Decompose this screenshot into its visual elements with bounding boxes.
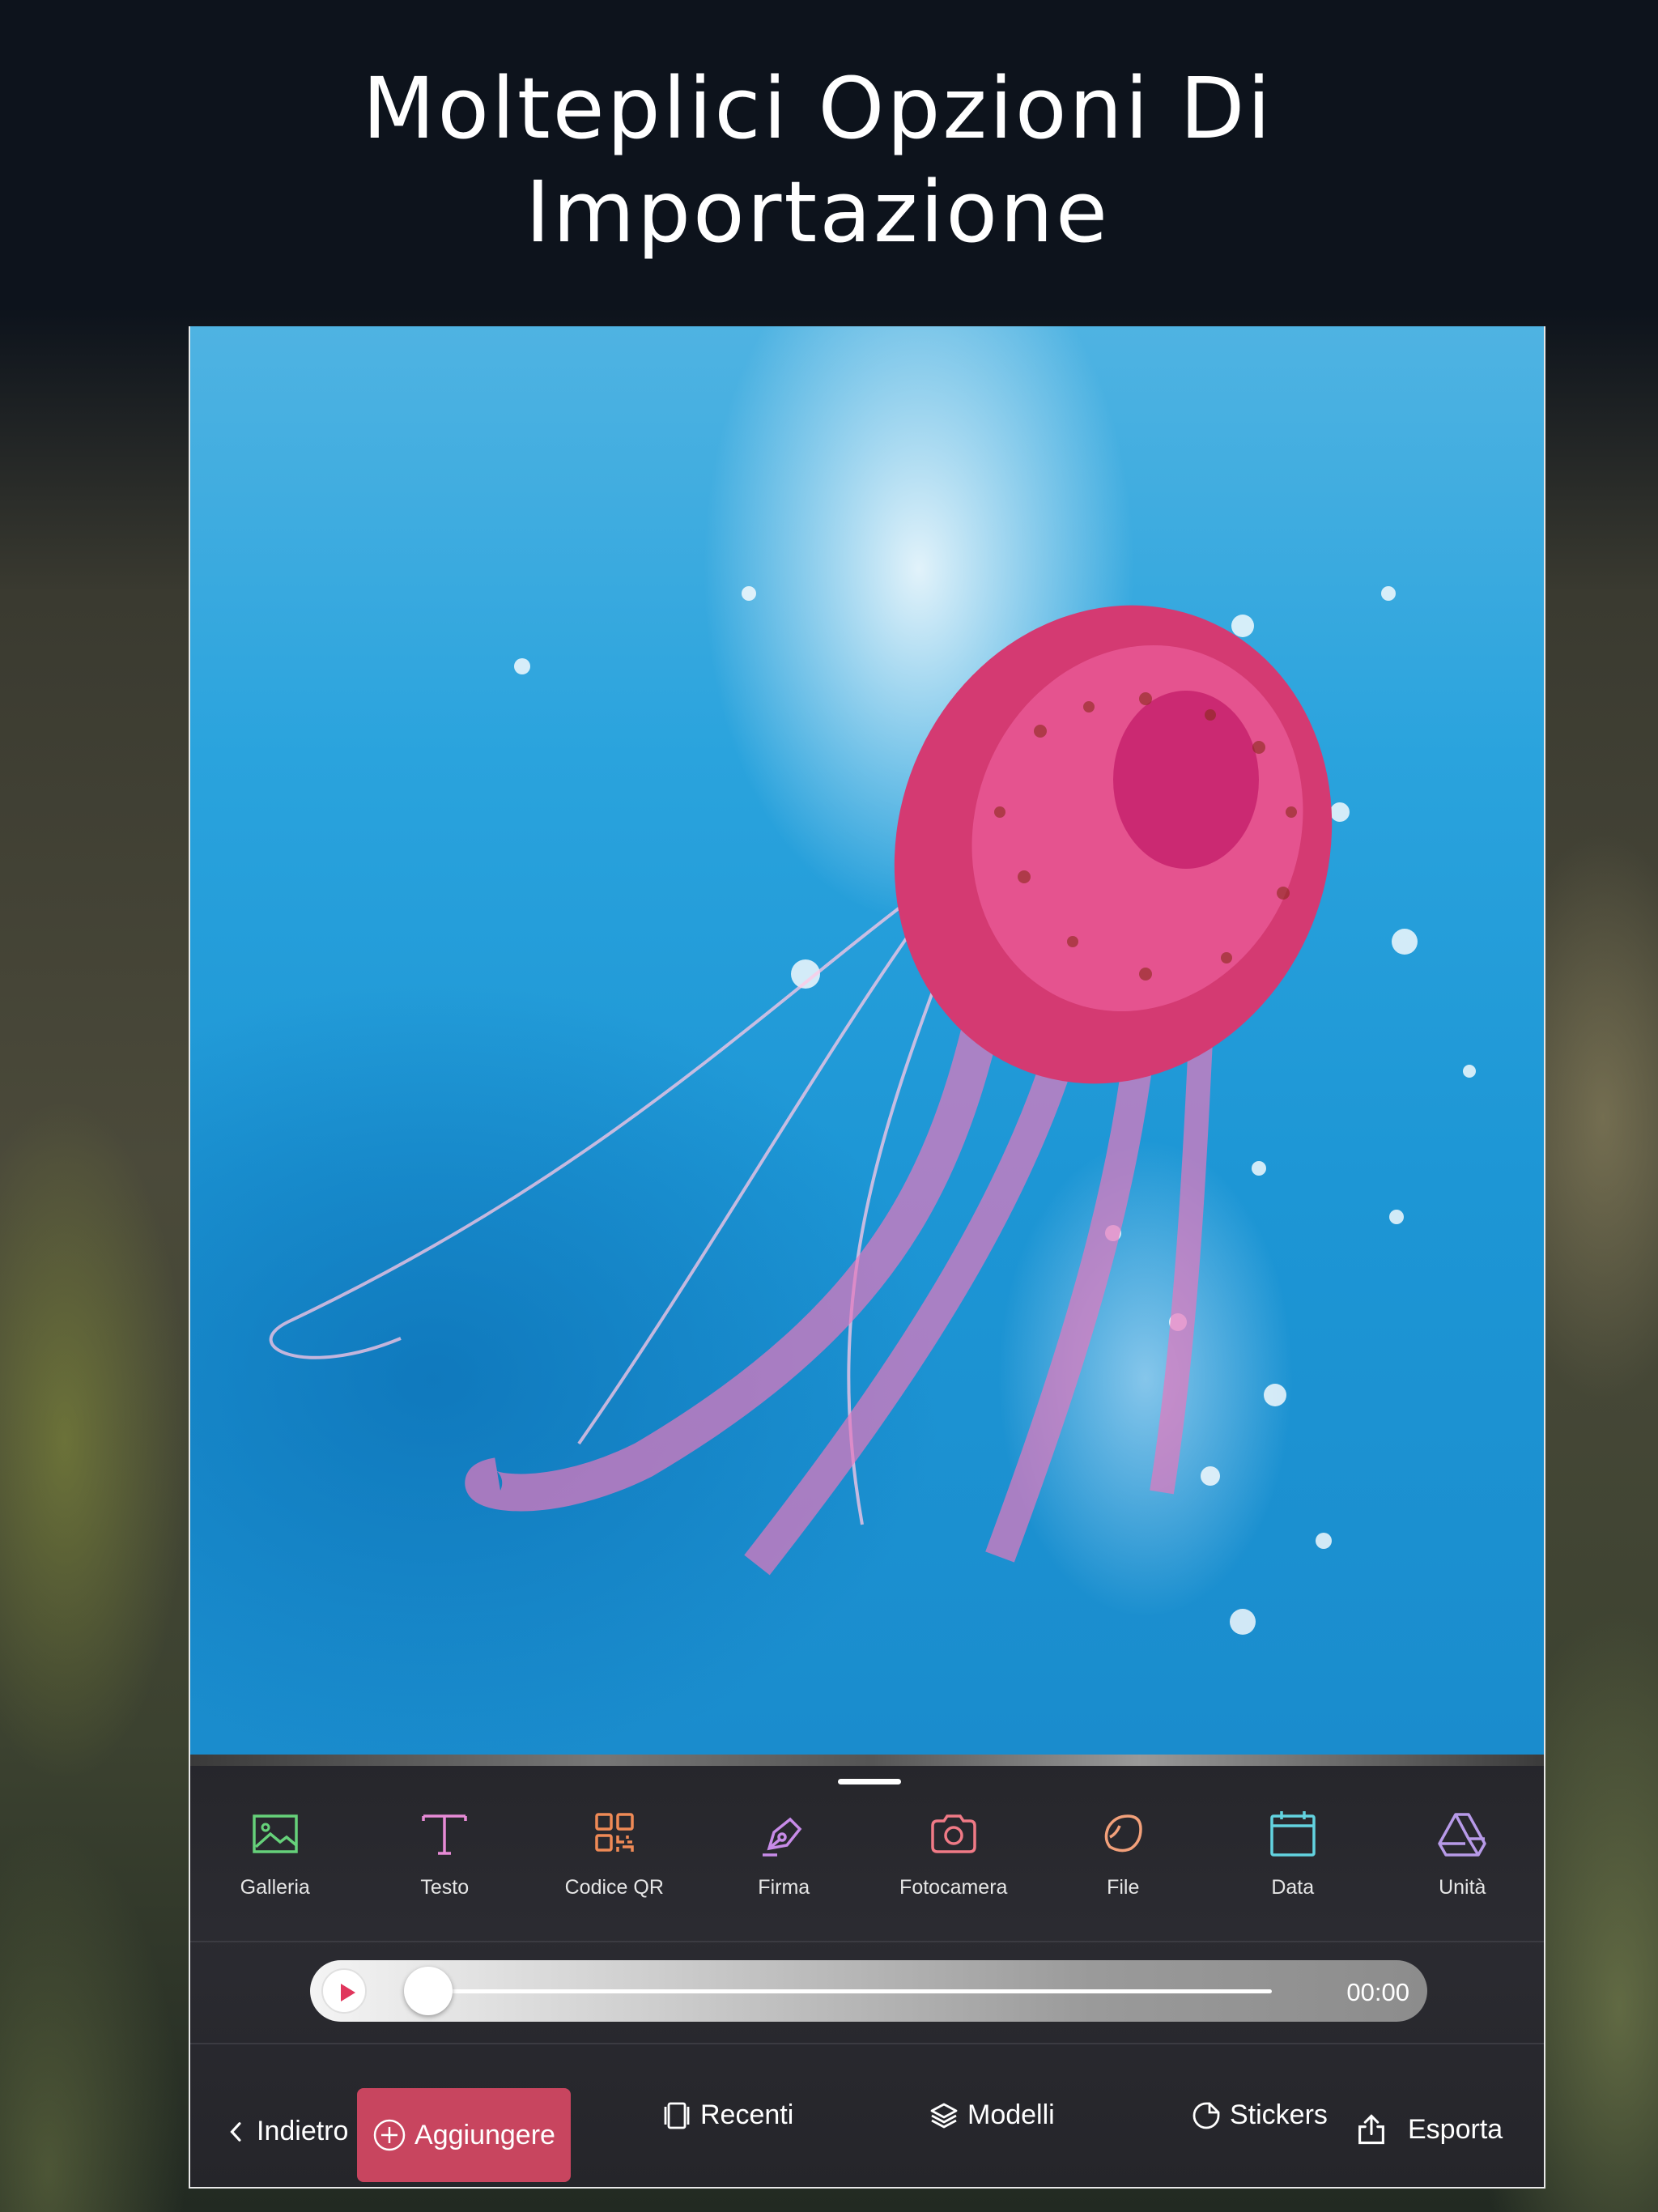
import-tools-row: Galleria Testo Codice QR Firma Fotocamer…: [190, 1797, 1545, 1934]
tool-text[interactable]: Testo: [360, 1797, 530, 1934]
drive-icon: [1438, 1813, 1486, 1857]
bottom-bar: Indietro Aggiungere Recenti Modelli Stic…: [190, 2077, 1544, 2187]
add-label: Aggiungere: [414, 2119, 555, 2150]
share-export-icon: [1358, 2114, 1384, 2145]
panel-edge: [190, 1755, 1544, 1766]
plus-circle-icon: [373, 2119, 406, 2151]
time-readout: 00:00: [1346, 1978, 1409, 2006]
tool-qr-code[interactable]: Codice QR: [529, 1797, 699, 1934]
signature-pen-icon: [763, 1817, 802, 1857]
tool-camera[interactable]: Fotocamera: [869, 1797, 1039, 1934]
headline: Molteplici Opzioni Di Importazione: [0, 57, 1635, 264]
file-icon: [1104, 1814, 1143, 1853]
text-icon: [422, 1814, 467, 1855]
export-label: Esporta: [1408, 2113, 1503, 2145]
tool-label-signature: Firma: [758, 1876, 810, 1899]
stickers-label: Stickers: [1230, 2099, 1328, 2130]
qr-code-icon: [595, 1813, 634, 1852]
photo-canvas[interactable]: [190, 326, 1544, 1755]
recent-pages-icon: [664, 2102, 690, 2129]
tool-label-qr-code: Codice QR: [564, 1876, 664, 1899]
tool-label-camera: Fotocamera: [899, 1876, 1008, 1899]
tool-label-drive: Unità: [1439, 1876, 1486, 1899]
divider: [190, 2043, 1544, 2044]
play-button[interactable]: [321, 1968, 367, 2014]
camera-icon: [931, 1814, 976, 1853]
timeline-track[interactable]: [430, 1989, 1272, 1993]
templates-label: Modelli: [967, 2099, 1055, 2130]
recent-button[interactable]: Recenti: [661, 2099, 793, 2131]
calendar-icon: [1270, 1811, 1316, 1857]
tool-label-file: File: [1107, 1876, 1140, 1899]
timeline-scrubber[interactable]: 00:00: [310, 1960, 1427, 2022]
timeline-knob[interactable]: [404, 1967, 453, 2015]
recent-label: Recenti: [700, 2099, 794, 2130]
back-button[interactable]: Indietro: [224, 2116, 348, 2147]
export-button[interactable]: Esporta: [1354, 2112, 1503, 2146]
tool-date[interactable]: Data: [1208, 1797, 1378, 1934]
gallery-icon: [253, 1814, 298, 1853]
tool-file[interactable]: File: [1039, 1797, 1209, 1934]
headline-line-2: Importazione: [525, 163, 1110, 262]
tool-gallery[interactable]: Galleria: [190, 1797, 360, 1934]
add-button[interactable]: Aggiungere: [357, 2088, 571, 2182]
sticker-icon: [1192, 2102, 1220, 2129]
headline-line-1: Molteplici Opzioni Di: [362, 59, 1273, 158]
back-label: Indietro: [257, 2116, 349, 2146]
tool-signature[interactable]: Firma: [699, 1797, 869, 1934]
drag-handle[interactable]: [838, 1779, 901, 1784]
templates-button[interactable]: Modelli: [929, 2099, 1055, 2131]
jellyfish-image: [269, 586, 1476, 1635]
tool-label-text: Testo: [420, 1876, 470, 1899]
tool-drive[interactable]: Unità: [1378, 1797, 1545, 1934]
chevron-left-icon: [230, 2121, 241, 2142]
divider: [190, 1941, 1544, 1942]
tool-label-date: Data: [1271, 1876, 1315, 1899]
tool-label-gallery: Galleria: [240, 1876, 310, 1899]
layers-icon: [930, 2103, 958, 2128]
stickers-button[interactable]: Stickers: [1191, 2099, 1328, 2131]
device-screen: Galleria Testo Codice QR Firma Fotocamer…: [189, 326, 1545, 2189]
